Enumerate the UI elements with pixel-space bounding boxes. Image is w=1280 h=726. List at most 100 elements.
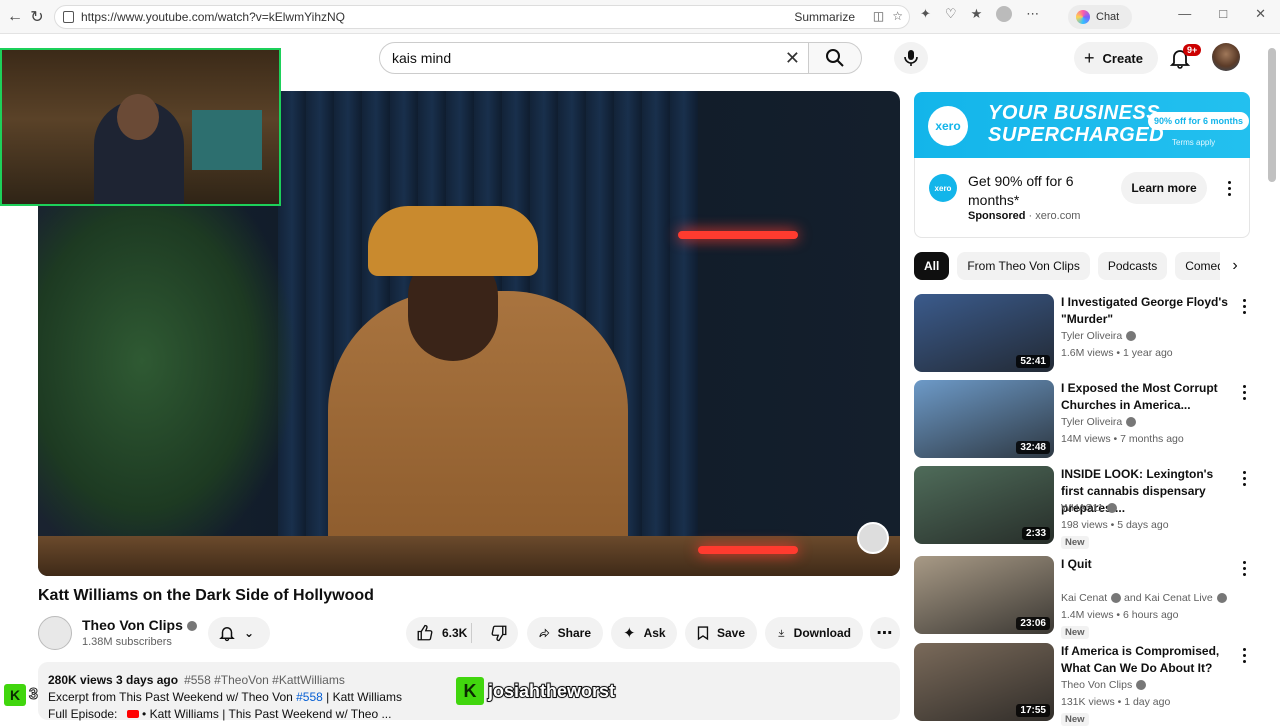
subscription-bell-button[interactable]: ⌄: [208, 617, 270, 649]
copilot-chat-button[interactable]: Chat: [1068, 5, 1132, 29]
video-thumbnail[interactable]: 32:48: [914, 380, 1054, 458]
video-thumbnail[interactable]: 17:55: [914, 643, 1054, 721]
recommendation-menu-icon[interactable]: [1236, 468, 1252, 488]
hashtags[interactable]: #558 #TheoVon #KattWilliams: [184, 673, 345, 687]
restore-icon[interactable]: □: [1219, 6, 1227, 22]
recommendation-title[interactable]: I Quit: [1061, 556, 1239, 573]
summarize-button[interactable]: Summarize: [794, 10, 855, 24]
ask-label: Ask: [643, 626, 666, 640]
recommendation-channel-row: Tyler Oliveira: [1061, 330, 1137, 342]
channel-name[interactable]: Theo Von Clips: [82, 617, 183, 633]
video-thumbnail[interactable]: 2:33: [914, 466, 1054, 544]
new-badge: New: [1061, 626, 1089, 639]
video-frame-plant: [38, 151, 298, 571]
more-options-icon[interactable]: ⋯: [1026, 6, 1039, 22]
recommendation-menu-icon[interactable]: [1236, 382, 1252, 402]
chip-from-channel[interactable]: From Theo Von Clips: [957, 252, 1090, 280]
recommendation-item[interactable]: 52:41 I Investigated George Floyd's "Murd…: [914, 294, 1250, 376]
bell-icon: [219, 627, 235, 642]
chat-label: Chat: [1096, 11, 1120, 23]
ad-terms: Terms apply: [1172, 138, 1216, 147]
recommendation-item[interactable]: 23:06 I Quit Kai Cenat and Kai Cenat Live 1…: [914, 556, 1252, 639]
recommendation-channel[interactable]: Tyler Oliveira: [1061, 416, 1122, 428]
bookmark-icon: [697, 626, 709, 641]
search-query: kais mind: [392, 50, 452, 66]
download-button[interactable]: Download: [765, 617, 863, 649]
favorites-icon[interactable]: ★: [971, 6, 983, 22]
ask-button[interactable]: ✦ Ask: [611, 617, 677, 649]
chip-all[interactable]: All: [914, 252, 950, 280]
ad-headline-line-2: SUPERCHARGED: [988, 124, 1165, 146]
create-button[interactable]: + Create: [1074, 42, 1158, 74]
recommendation-menu-icon[interactable]: [1236, 558, 1252, 578]
learn-more-button[interactable]: Learn more: [1121, 172, 1207, 204]
streamer-name: josiahtheworst: [487, 680, 616, 702]
extensions-icon[interactable]: ✦: [920, 6, 931, 22]
new-badge: New: [1061, 536, 1089, 549]
advertiser-logo[interactable]: xero: [929, 174, 957, 202]
recommendation-title[interactable]: I Exposed the Most Corrupt Churches in A…: [1061, 380, 1239, 414]
recommendation-title[interactable]: If America is Compromised, What Can We D…: [1061, 643, 1239, 677]
subscriber-count: 1.38M subscribers: [82, 636, 172, 648]
copilot-icon: [1076, 10, 1090, 24]
search-button[interactable]: [808, 42, 862, 74]
close-window-icon[interactable]: ✕: [1255, 6, 1266, 22]
verified-icon: [1216, 593, 1227, 604]
xero-logo: xero: [928, 106, 968, 146]
plus-icon: +: [1084, 47, 1095, 68]
recommendation-channel[interactable]: Kai Cenat: [1061, 592, 1107, 604]
page-scrollbar[interactable]: [1268, 48, 1276, 182]
address-bar[interactable]: https://www.youtube.com/watch?v=kElwmYih…: [54, 5, 910, 29]
ad-text[interactable]: Get 90% off for 6 months*: [968, 172, 1108, 210]
search-input[interactable]: kais mind ✕: [379, 42, 809, 74]
full-episode-label: Full Episode:: [48, 707, 118, 721]
recommendation-menu-icon[interactable]: [1236, 645, 1252, 665]
channel-watermark[interactable]: [857, 522, 889, 554]
like-button[interactable]: 6.3K: [406, 623, 473, 643]
recommendation-item[interactable]: 32:48 I Exposed the Most Corrupt Churches…: [914, 380, 1250, 462]
ad-banner-image[interactable]: xero YOUR BUSINESS SUPERCHARGED 90% off …: [914, 92, 1250, 158]
chevron-right-icon[interactable]: ›: [1220, 252, 1250, 280]
channel-avatar[interactable]: [38, 616, 72, 650]
channel-name-row[interactable]: Theo Von Clips: [82, 617, 197, 633]
profile-icon[interactable]: [996, 6, 1013, 22]
recommendation-meta: 198 views • 5 days ago: [1061, 519, 1169, 531]
recommendation-meta: 131K views • 1 day ago: [1061, 696, 1171, 708]
browser-essentials-icon[interactable]: ♡: [945, 6, 957, 22]
chevron-down-icon: ⌄: [244, 626, 255, 640]
share-button[interactable]: Share: [527, 617, 603, 649]
video-thumbnail[interactable]: 23:06: [914, 556, 1054, 634]
chip-podcasts[interactable]: Podcasts: [1097, 252, 1168, 280]
full-episode-link[interactable]: • Katt Williams | This Past Weekend w/ T…: [139, 707, 391, 721]
split-screen-icon[interactable]: ◫: [873, 9, 884, 23]
save-button[interactable]: Save: [685, 617, 757, 649]
kick-small-logo-icon: K: [4, 684, 26, 706]
recommendation-item[interactable]: 2:33 INSIDE LOOK: Lexington's first canna…: [914, 466, 1252, 549]
video-thumbnail[interactable]: 52:41: [914, 294, 1054, 372]
favorite-star-icon[interactable]: ☆: [892, 9, 903, 23]
recommendation-channel[interactable]: Tyler Oliveira: [1061, 330, 1122, 342]
voice-search-button[interactable]: [894, 42, 928, 74]
episode-hashtag-link[interactable]: #558: [296, 690, 323, 704]
recommendation-item[interactable]: 17:55 If America is Compromised, What Can…: [914, 643, 1252, 726]
refresh-icon[interactable]: ↻: [22, 2, 52, 32]
clear-search-icon[interactable]: ✕: [785, 48, 800, 69]
recommendation-meta: 1.6M views • 1 year ago: [1061, 347, 1173, 359]
sparkle-icon: ✦: [623, 625, 636, 642]
ad-headline-line-1: YOUR BUSINESS: [988, 102, 1161, 124]
verified-icon: [1136, 680, 1147, 691]
minimize-icon[interactable]: —: [1178, 6, 1191, 22]
recommendation-channel[interactable]: WHAS11: [1061, 502, 1103, 514]
ad-menu-icon[interactable]: [1221, 178, 1237, 198]
more-actions-button[interactable]: ⋯: [870, 617, 900, 649]
site-info-icon[interactable]: [63, 11, 74, 23]
microphone-icon: [904, 50, 918, 66]
video-frame-light-2: [698, 546, 798, 554]
recommendation-menu-icon[interactable]: [1236, 296, 1252, 316]
recommendation-title[interactable]: I Investigated George Floyd's "Murder": [1061, 294, 1239, 328]
account-avatar[interactable]: [1212, 43, 1240, 71]
share-arrow-icon: [539, 628, 550, 638]
recommendation-channel[interactable]: Theo Von Clips: [1061, 679, 1132, 691]
ad-sponsored-row: Sponsored · xero.com: [968, 210, 1081, 222]
dislike-button[interactable]: [480, 624, 518, 642]
